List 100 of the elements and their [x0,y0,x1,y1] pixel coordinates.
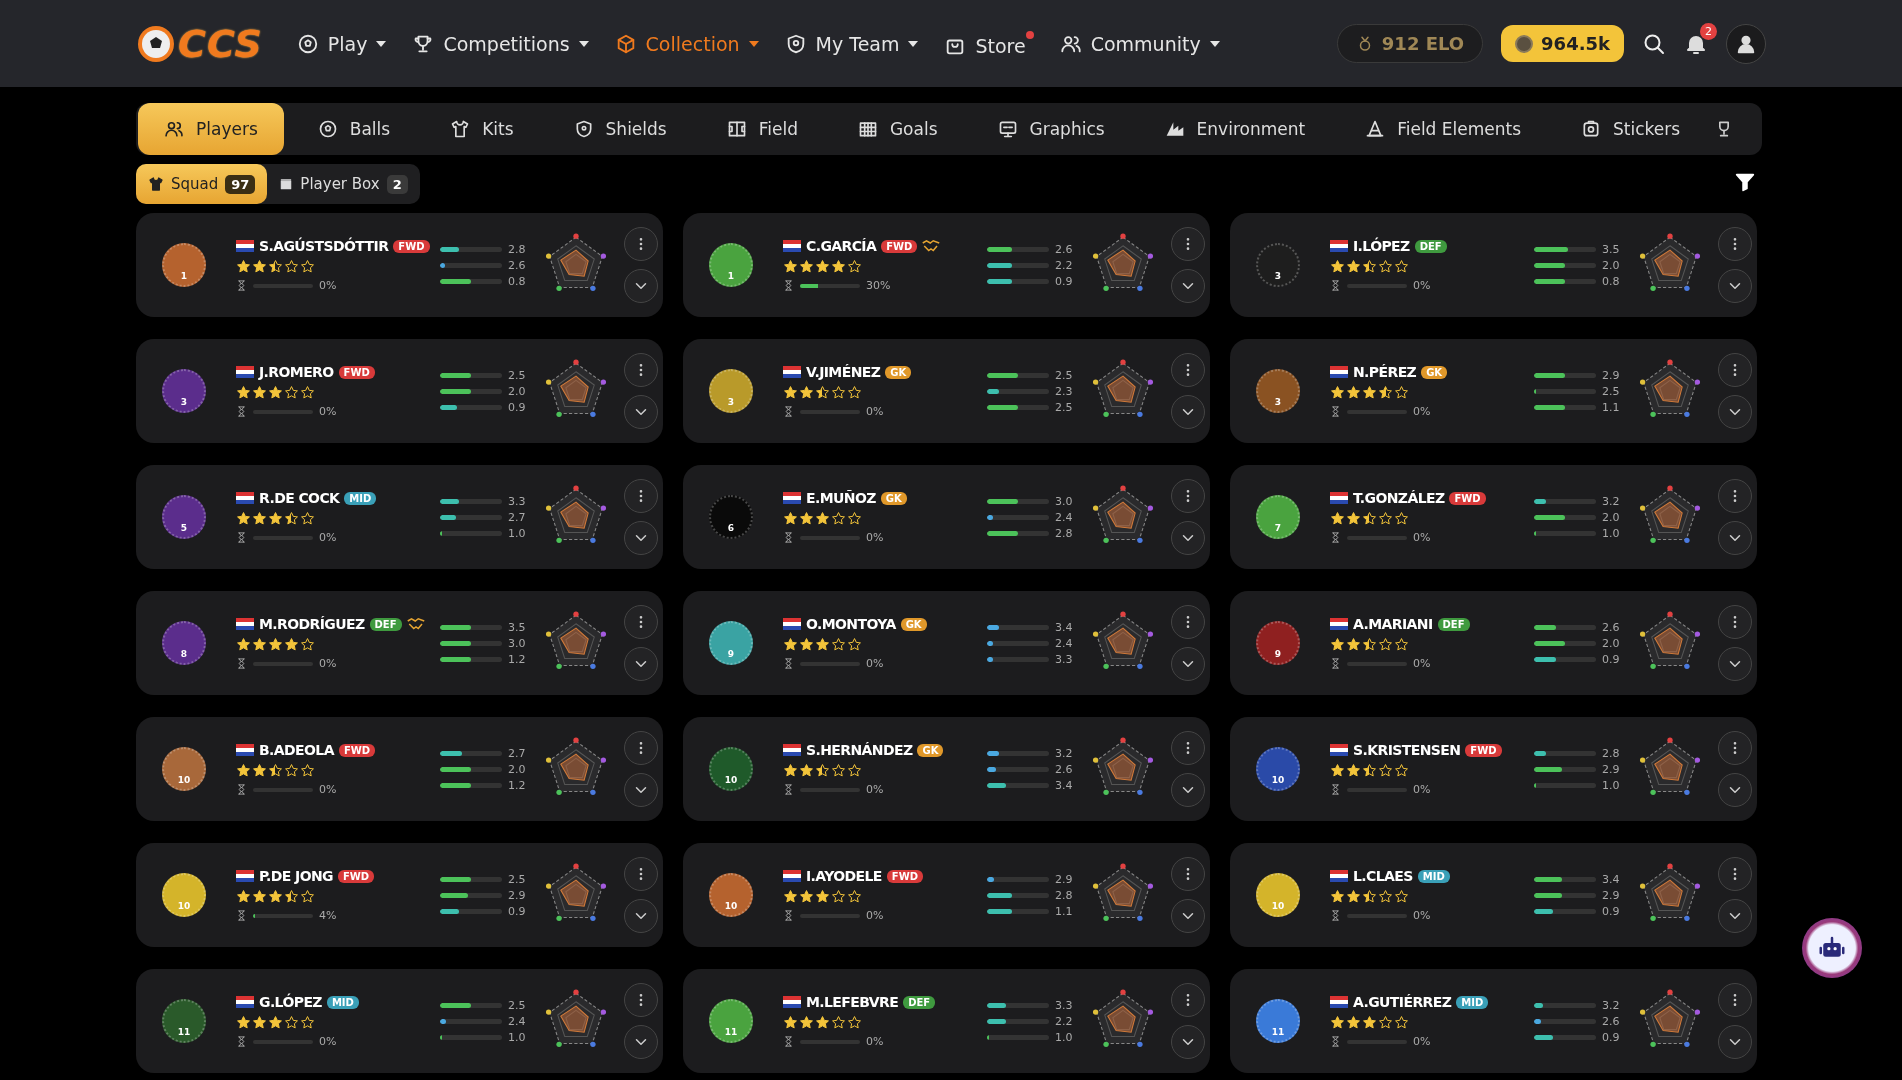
sub-tab[interactable]: Squad 97 [136,164,268,204]
coin-balance[interactable]: 964.5k [1501,25,1624,62]
ball-icon [317,119,338,139]
more-button[interactable] [624,353,658,387]
player-card[interactable]: 9 A.MARIANI DEF 0% 2.6 2.0 0.9 [1230,591,1757,695]
player-card[interactable]: 11 M.LEFEBVRE DEF 0% 3.3 2.2 1.0 [683,969,1210,1073]
star-icon [236,763,251,778]
expand-button[interactable] [1171,1025,1205,1059]
player-card[interactable]: 3 I.LÓPEZ DEF 0% 3.5 2.0 0.8 [1230,213,1757,317]
player-card[interactable]: 10 L.CLAES MID 0% 3.4 2.9 0.9 [1230,843,1757,947]
player-card[interactable]: 8 M.RODRÍGUEZ DEF 0% 3.5 3.0 1.2 [136,591,663,695]
more-button[interactable] [1718,353,1752,387]
expand-button[interactable] [1718,1025,1752,1059]
stat-bar [987,892,1049,898]
more-button[interactable] [1718,857,1752,891]
nav-item[interactable]: Play [296,32,387,55]
nav-item[interactable]: My Team [784,32,919,55]
expand-button[interactable] [624,773,658,807]
player-card[interactable]: 3 N.PÉREZ GK 0% 2.9 2.5 1.1 [1230,339,1757,443]
player-card[interactable]: 11 G.LÓPEZ MID 0% 2.5 2.4 1.0 [136,969,663,1073]
expand-button[interactable] [1718,269,1752,303]
hourglass-icon [236,910,247,921]
star-icon [1378,385,1393,400]
star-icon [284,259,299,274]
player-card[interactable]: 9 O.MONTOYA GK 0% 3.4 2.4 3.3 [683,591,1210,695]
hourglass-icon [236,784,247,795]
expand-button[interactable] [624,1025,658,1059]
more-button[interactable] [624,227,658,261]
expand-button[interactable] [1171,269,1205,303]
expand-button[interactable] [1171,773,1205,807]
expand-button[interactable] [1718,647,1752,681]
expand-button[interactable] [1718,395,1752,429]
player-card[interactable]: 10 I.AYODELE FWD 0% 2.9 2.8 1.1 [683,843,1210,947]
expand-button[interactable] [624,269,658,303]
player-name: S.AGÚSTSDÓTTIR [259,238,389,254]
assistant-button[interactable] [1802,918,1862,978]
category-tab[interactable]: Field [700,103,824,155]
more-button[interactable] [624,857,658,891]
star-icon [236,259,251,274]
category-tab[interactable]: Shields [547,103,693,155]
more-button[interactable] [1718,731,1752,765]
player-card[interactable]: 1 S.AGÚSTSDÓTTIR FWD 0% 2.8 2.6 0.8 [136,213,663,317]
player-card[interactable]: 11 A.GUTIÉRREZ MID 0% 3.2 2.6 0.9 [1230,969,1757,1073]
expand-button[interactable] [624,899,658,933]
sub-tab[interactable]: Player Box 2 [267,164,420,204]
expand-button[interactable] [624,395,658,429]
more-button[interactable] [1718,227,1752,261]
nav-item[interactable]: Competitions [412,32,589,55]
expand-button[interactable] [1718,773,1752,807]
flag-icon [236,366,254,378]
more-button[interactable] [1171,983,1205,1017]
progress-reading: 0% [1413,657,1431,670]
category-tab[interactable]: Players [138,103,284,155]
player-name: S.KRISTENSEN [1353,742,1461,758]
avatar-button[interactable] [1726,23,1766,64]
more-button[interactable] [624,479,658,513]
category-tab[interactable]: Kits [424,103,540,155]
more-button[interactable] [624,605,658,639]
player-card[interactable]: 3 J.ROMERO FWD 0% 2.5 2.0 0.9 [136,339,663,443]
more-button[interactable] [1171,605,1205,639]
more-button[interactable] [1171,857,1205,891]
more-button[interactable] [624,731,658,765]
more-button[interactable] [1171,731,1205,765]
category-tab[interactable]: Field Elements [1339,103,1548,155]
player-card[interactable]: 10 S.KRISTENSEN FWD 0% 2.8 2.9 1.0 [1230,717,1757,821]
player-card[interactable]: 10 S.HERNÁNDEZ GK 0% 3.2 2.6 3.4 [683,717,1210,821]
expand-button[interactable] [1171,899,1205,933]
category-tab[interactable]: Graphics [971,103,1131,155]
expand-button[interactable] [624,521,658,555]
more-button[interactable] [1718,605,1752,639]
expand-button[interactable] [624,647,658,681]
flag-icon [783,996,801,1008]
more-button[interactable] [1718,479,1752,513]
expand-button[interactable] [1171,521,1205,555]
expand-button[interactable] [1171,647,1205,681]
category-tab[interactable]: Environment [1138,103,1332,155]
more-button[interactable] [1718,983,1752,1017]
nav-item[interactable]: Store [944,30,1034,57]
expand-button[interactable] [1718,899,1752,933]
player-card[interactable]: 10 P.DE JONG FWD 4% 2.5 2.9 0.9 [136,843,663,947]
more-button[interactable] [1171,479,1205,513]
star-icon [783,763,798,778]
expand-button[interactable] [1171,395,1205,429]
player-card[interactable]: 6 E.MUÑOZ GK 0% 3.0 2.4 2.8 [683,465,1210,569]
expand-button[interactable] [1718,521,1752,555]
category-tab[interactable]: Stickers [1555,103,1707,155]
more-button[interactable] [1171,227,1205,261]
more-button[interactable] [1171,353,1205,387]
player-card[interactable]: 10 B.ADEOLA FWD 0% 2.7 2.0 1.2 [136,717,663,821]
more-button[interactable] [624,983,658,1017]
player-card[interactable]: 7 T.GONZÁLEZ FWD 0% 3.2 2.0 1.0 [1230,465,1757,569]
nav-item[interactable]: Collection [614,32,759,55]
star-icon [1330,1015,1345,1030]
player-card[interactable]: 5 R.DE COCK MID 0% 3.3 2.7 1.0 [136,465,663,569]
category-tab[interactable]: Goals [831,103,964,155]
nav-item[interactable]: Community [1059,32,1220,55]
star-icon [847,1015,862,1030]
category-tab[interactable]: Balls [291,103,417,155]
player-card[interactable]: 3 V.JIMÉNEZ GK 0% 2.5 2.3 2.5 [683,339,1210,443]
player-card[interactable]: 1 C.GARCÍA FWD 30% 2.6 2.2 0.9 [683,213,1210,317]
